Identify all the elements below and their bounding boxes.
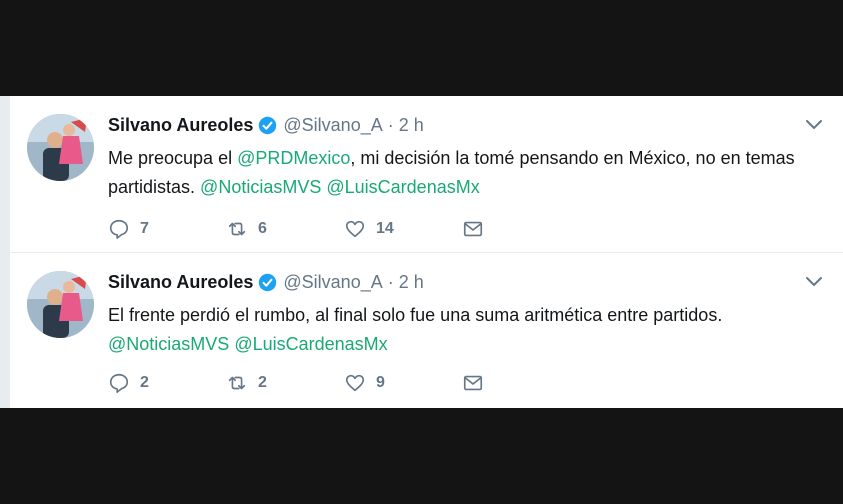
tweet-timeline: Silvano Aureoles @Silvano_A · 2 h Me pre… (0, 96, 843, 408)
verified-icon (258, 273, 277, 292)
tweet-actions: 7 6 14 (108, 216, 580, 242)
mention-link[interactable]: @LuisCardenasMx (326, 177, 479, 197)
tweet-actions: 2 2 9 (108, 370, 580, 396)
like-icon (345, 220, 365, 238)
direct-message-button[interactable] (462, 372, 580, 394)
tweet-text-part: El frente perdió el rumbo, al final solo… (108, 305, 723, 325)
like-button[interactable]: 9 (344, 372, 462, 394)
author-handle[interactable]: @Silvano_A (283, 272, 382, 293)
chevron-down-icon[interactable] (805, 275, 823, 287)
mention-link[interactable]: @NoticiasMVS (108, 334, 229, 354)
retweet-icon (228, 376, 246, 390)
mention-link[interactable]: @NoticiasMVS (200, 177, 321, 197)
tweet-timestamp[interactable]: 2 h (399, 115, 424, 136)
like-count: 9 (376, 374, 385, 391)
like-button[interactable]: 14 (344, 218, 462, 240)
retweet-count: 6 (258, 220, 267, 237)
reply-count: 7 (140, 220, 149, 237)
timeline-left-border (0, 96, 10, 408)
reply-icon (109, 373, 129, 393)
direct-message-icon (463, 375, 483, 391)
avatar[interactable] (27, 114, 94, 181)
bottom-black-bar (0, 408, 843, 504)
reply-icon (109, 219, 129, 239)
mention-link[interactable]: @LuisCardenasMx (234, 334, 387, 354)
separator-dot: · (387, 114, 394, 135)
reply-button[interactable]: 2 (108, 372, 226, 394)
like-icon (345, 374, 365, 392)
tweet-text-part: Me preocupa el (108, 148, 238, 168)
direct-message-button[interactable] (462, 218, 580, 240)
tweet[interactable]: Silvano Aureoles @Silvano_A · 2 h El fre… (10, 253, 843, 408)
chevron-down-icon[interactable] (805, 118, 823, 130)
avatar[interactable] (27, 271, 94, 338)
like-count: 14 (376, 220, 394, 237)
top-black-bar (0, 0, 843, 96)
author-name[interactable]: Silvano Aureoles (108, 272, 253, 293)
separator-dot: · (387, 271, 394, 292)
tweet-text: El frente perdió el rumbo, al final solo… (108, 301, 828, 359)
avatar-image (27, 114, 94, 181)
tweet-timestamp[interactable]: 2 h (399, 272, 424, 293)
tweet-header: Silvano Aureoles @Silvano_A · 2 h (108, 271, 424, 293)
author-name[interactable]: Silvano Aureoles (108, 115, 253, 136)
tweet-text: Me preocupa el @PRDMexico, mi decisión l… (108, 144, 828, 202)
author-handle[interactable]: @Silvano_A (283, 115, 382, 136)
direct-message-icon (463, 221, 483, 237)
retweet-button[interactable]: 2 (226, 372, 344, 394)
tweet-header: Silvano Aureoles @Silvano_A · 2 h (108, 114, 424, 136)
retweet-icon (228, 222, 246, 236)
reply-button[interactable]: 7 (108, 218, 226, 240)
reply-count: 2 (140, 374, 149, 391)
avatar-image (27, 271, 94, 338)
tweet[interactable]: Silvano Aureoles @Silvano_A · 2 h Me pre… (10, 96, 843, 253)
retweet-button[interactable]: 6 (226, 218, 344, 240)
mention-link[interactable]: @PRDMexico (237, 148, 350, 168)
verified-icon (258, 116, 277, 135)
retweet-count: 2 (258, 374, 267, 391)
